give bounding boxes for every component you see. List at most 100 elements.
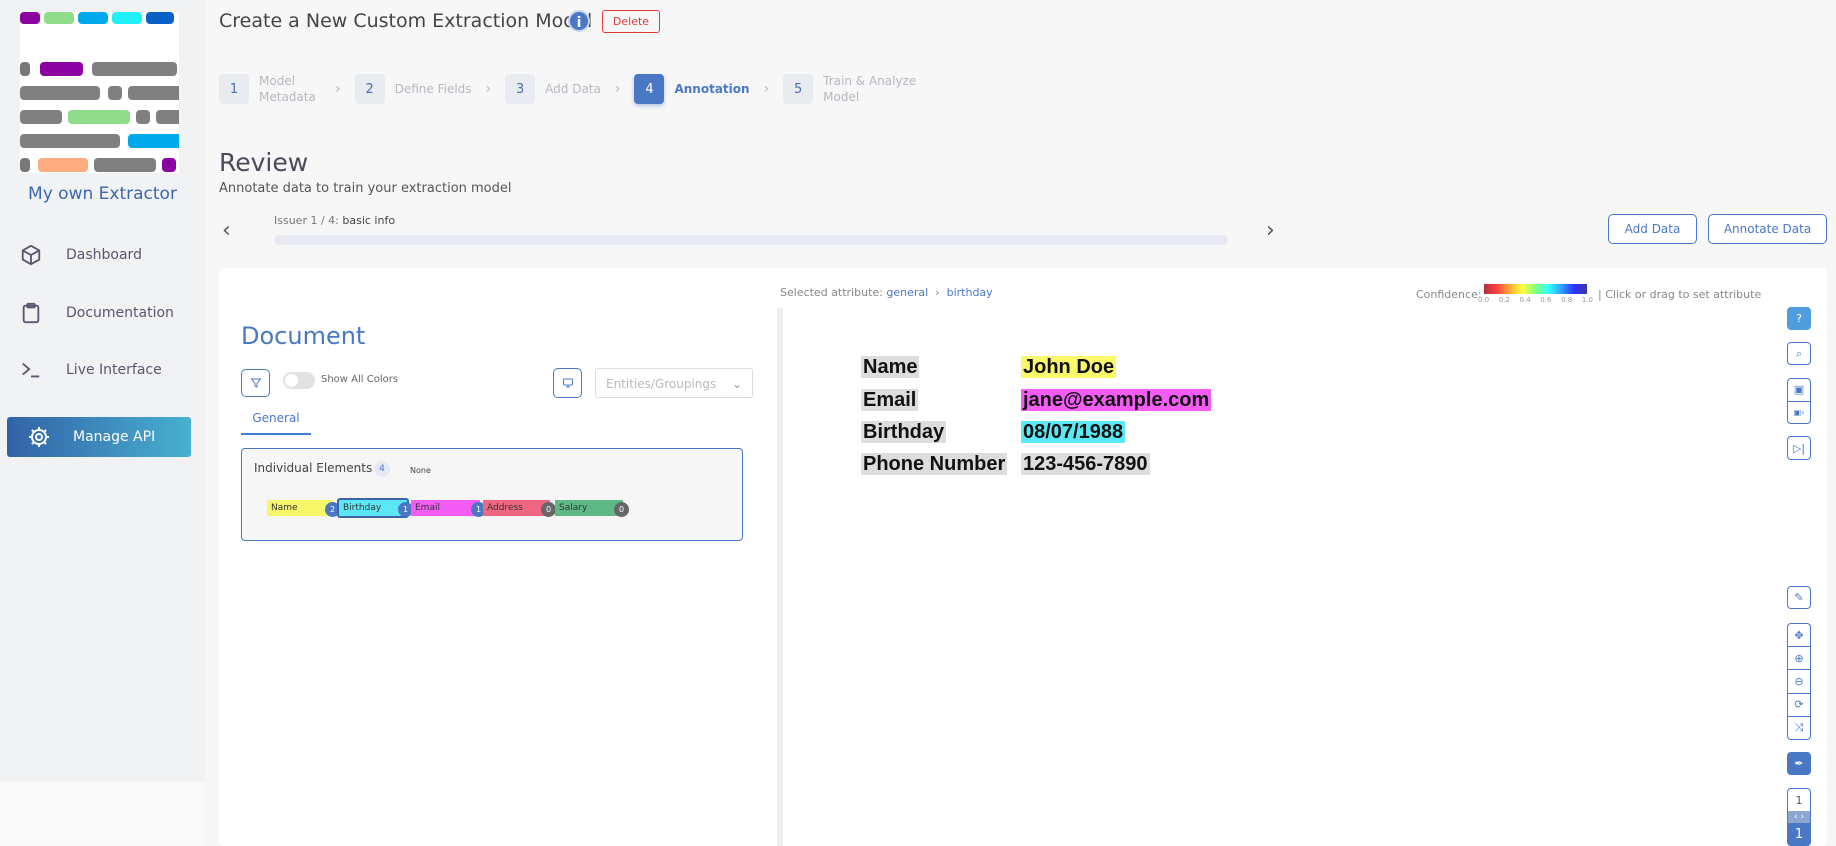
tab-general[interactable]: General [241, 405, 311, 435]
rotate-button[interactable]: ⟳ [1788, 694, 1810, 717]
confidence-tick: 0.0 [1478, 296, 1490, 304]
toggle-label: Show All Colors [321, 374, 399, 385]
element-chip-email[interactable]: Email 1 [411, 500, 486, 517]
filter-icon [249, 378, 262, 388]
cube-icon [21, 244, 41, 266]
none-option[interactable]: None [410, 466, 431, 475]
issuer-prefix: Issuer 1 / 4: [274, 214, 339, 227]
confidence-tick: 0.8 [1561, 296, 1573, 304]
rotate-icon: ⟳ [1794, 698, 1804, 712]
chevron-down-icon: ⌄ [731, 377, 742, 391]
step-add-data[interactable]: 3 Add Data [505, 74, 601, 104]
element-chip-name[interactable]: Name 2 [267, 500, 340, 517]
next-issuer-button[interactable]: › [1266, 218, 1275, 243]
step-define-fields[interactable]: 2 Define Fields [354, 74, 472, 104]
attribute-hint: | Click or drag to set attribute [1598, 288, 1762, 301]
extractor-logo [20, 12, 179, 173]
brand-name: My own Extractor [28, 184, 177, 204]
issuer-name: basic info [342, 214, 396, 227]
sidebar-item-dashboard[interactable]: Dashboard [20, 244, 142, 266]
element-chip-address[interactable]: Address 0 [483, 500, 556, 517]
page-navigator: 1 ‹ › 1 [1787, 788, 1811, 846]
document-field-key[interactable]: Email [861, 389, 919, 411]
selected-attribute: Selected attribute: general › birthday [780, 286, 993, 299]
display-button[interactable] [553, 368, 582, 398]
confidence-tick: 0.4 [1519, 296, 1531, 304]
step-number: 2 [354, 74, 385, 104]
annotate-tool-button[interactable]: ✒ [1787, 752, 1811, 775]
confidence-tick: 0.6 [1540, 296, 1552, 304]
skip-next-icon: ▷| [1792, 441, 1806, 455]
prev-issuer-button[interactable]: ‹ [222, 218, 231, 243]
select-placeholder: Entities/Groupings [606, 377, 717, 391]
shuffle-icon: ⤨ [1794, 720, 1804, 734]
selected-attribute-link[interactable]: birthday [947, 286, 993, 299]
chip-label: Email [415, 503, 440, 513]
chip-label: Birthday [343, 503, 382, 513]
document-field-value[interactable]: jane@example.com [1021, 389, 1212, 411]
sidebar-item-manage-api[interactable]: Manage API [7, 417, 191, 457]
step-annotation[interactable]: 4 Annotation [634, 74, 750, 104]
sidebar: My own Extractor Dashboard Documentation… [0, 0, 205, 846]
panel-resize-handle[interactable] [777, 308, 783, 846]
page-prev-next[interactable]: ‹ › [1788, 811, 1810, 823]
entities-groupings-select[interactable]: Entities/Groupings ⌄ [595, 368, 753, 398]
step-number: 3 [505, 74, 536, 104]
step-number: 5 [783, 74, 814, 104]
confidence-label: Confidence: [1416, 288, 1482, 301]
chevron-right-icon: › [485, 81, 492, 97]
step-train-analyze[interactable]: 5 Train & Analyze Model [783, 73, 923, 105]
zoom-in-icon: ⊕ [1794, 651, 1804, 665]
selected-attribute-label: Selected attribute: [780, 286, 883, 299]
chip-label: Name [271, 503, 298, 513]
document-field-value[interactable]: 08/07/1988 [1021, 421, 1126, 443]
page-title: Create a New Custom Extraction Model [219, 10, 593, 32]
info-icon[interactable]: i [568, 10, 590, 32]
sidebar-item-documentation[interactable]: Documentation [20, 302, 174, 324]
annotate-data-button[interactable]: Annotate Data [1708, 214, 1827, 244]
chip-label: Salary [559, 503, 588, 513]
selected-group-link[interactable]: general [886, 286, 928, 299]
element-chip-birthday[interactable]: Birthday 1 [337, 498, 413, 518]
section-title: Review [219, 148, 309, 177]
zoom-out-button[interactable]: ⊖ [1788, 670, 1810, 694]
element-chip-salary[interactable]: Salary 0 [555, 500, 629, 517]
step-number: 1 [219, 74, 249, 104]
add-data-button[interactable]: Add Data [1608, 214, 1697, 244]
eyedropper-button[interactable]: ✎ [1787, 586, 1811, 609]
document-field-key[interactable]: Phone Number [861, 453, 1008, 475]
feather-icon: ✒ [1794, 757, 1804, 770]
save-button[interactable]: ▣ [1788, 379, 1810, 402]
zoom-in-button[interactable]: ⊕ [1788, 647, 1810, 671]
pan-button[interactable]: ✥ [1788, 624, 1810, 648]
group-title: Individual Elements [254, 461, 373, 475]
issuer-progress-bar [274, 235, 1228, 245]
terminal-icon [22, 362, 40, 378]
save-group: ▣ ▣› [1787, 378, 1811, 424]
search-button[interactable]: ⌕ [1787, 342, 1811, 365]
filter-button[interactable] [241, 369, 270, 397]
help-button[interactable]: ? [1787, 307, 1811, 330]
document-field-key[interactable]: Name [861, 356, 920, 378]
page-current[interactable]: 1 [1788, 789, 1810, 811]
step-label: Train & Analyze Model [823, 74, 917, 104]
document-field-value[interactable]: John Doe [1021, 356, 1117, 378]
document-field-key[interactable]: Birthday [861, 421, 947, 443]
search-icon: ⌕ [1795, 346, 1803, 360]
sidebar-item-live-interface[interactable]: Live Interface [20, 359, 162, 381]
delete-button[interactable]: Delete [602, 10, 660, 33]
step-model-metadata[interactable]: 1 Model Metadata [219, 73, 321, 105]
chip-count-badge: 0 [541, 502, 556, 517]
document-field-value[interactable]: 123-456-7890 [1021, 453, 1150, 475]
skip-next-button[interactable]: ▷| [1787, 436, 1811, 460]
show-all-colors-toggle[interactable] [283, 372, 315, 389]
shuffle-button[interactable]: ⤨ [1788, 717, 1810, 739]
save-and-next-button[interactable]: ▣› [1788, 402, 1810, 424]
chevron-right-icon: › [335, 81, 341, 97]
section-subtitle: Annotate data to train your extraction m… [219, 181, 512, 196]
step-label: Model Metadata [259, 74, 316, 104]
clipboard-icon [22, 302, 40, 324]
group-count-badge: 4 [374, 461, 390, 477]
step-label: Define Fields [394, 82, 472, 96]
chip-count-badge: 0 [614, 502, 629, 517]
